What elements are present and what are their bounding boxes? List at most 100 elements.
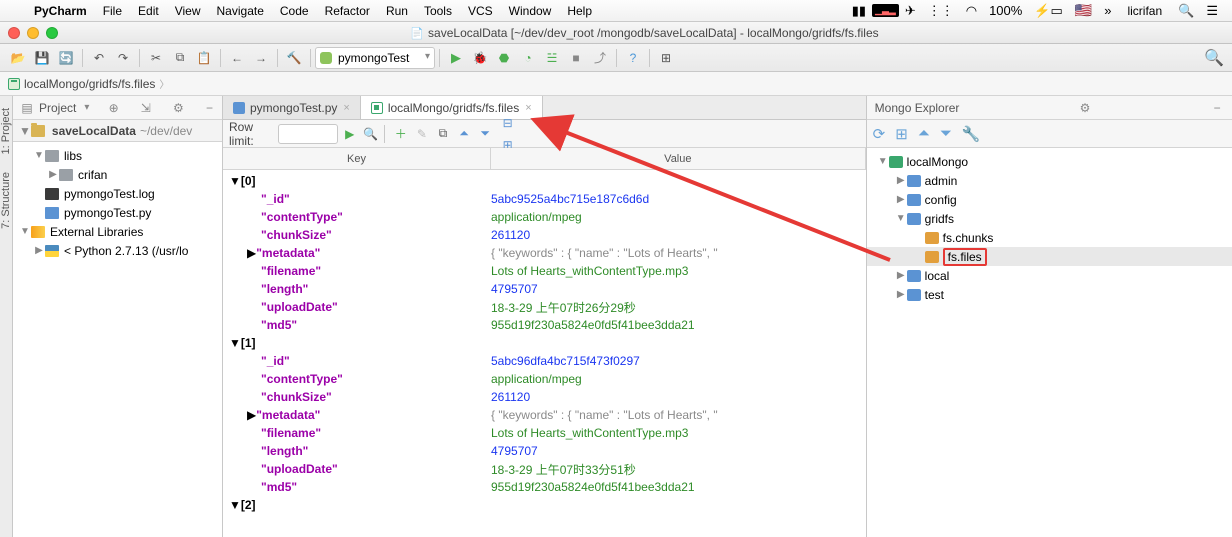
hide-icon[interactable]: − — [203, 101, 216, 115]
record-header[interactable]: ▼[1] — [223, 334, 866, 352]
edit-icon[interactable]: ✎ — [412, 123, 431, 145]
toolbar-search-icon[interactable]: 🔍 — [1202, 47, 1226, 69]
breadcrumb-seg[interactable]: localMongo/gridfs/fs.files — [8, 76, 173, 91]
record-field[interactable]: "_id"5abc9525a4bc715e187c6d6d — [223, 190, 866, 208]
gear-icon[interactable]: ⚙ — [170, 101, 187, 115]
view-grid-icon[interactable]: ⊞ — [895, 125, 908, 143]
wifi-icon[interactable]: ⋮⋮ — [922, 3, 960, 19]
expand-icon[interactable]: ⏶ — [918, 125, 930, 142]
record-field[interactable]: "chunkSize"261120 — [223, 226, 866, 244]
status-icon[interactable]: ▮▮ — [846, 3, 872, 19]
expand-icon[interactable]: ⏶ — [454, 123, 473, 145]
tools-icon[interactable]: 🔧 — [962, 125, 981, 143]
collapse-icon[interactable]: ⇲ — [138, 101, 154, 115]
menu-code[interactable]: Code — [272, 4, 317, 18]
scroll-from-icon[interactable]: ⊕ — [106, 101, 122, 115]
tree-row[interactable]: pymongoTest.py — [13, 203, 222, 222]
menu-run[interactable]: Run — [378, 4, 416, 18]
build-icon[interactable]: 🔨 — [282, 47, 306, 69]
tree-row[interactable]: ▶crifan — [13, 165, 222, 184]
cut-icon[interactable]: ✂ — [144, 47, 168, 69]
col-key[interactable]: Key — [223, 148, 491, 169]
find-icon[interactable]: 🔍 — [361, 123, 380, 145]
close-icon[interactable]: × — [525, 102, 531, 114]
record-field[interactable]: "contentType"application/mpeg — [223, 370, 866, 388]
record-field[interactable]: "length"4795707 — [223, 280, 866, 298]
record-field[interactable]: "chunkSize"261120 — [223, 388, 866, 406]
copy-icon[interactable]: ⧉ — [168, 47, 192, 69]
row-limit-input[interactable] — [278, 124, 338, 144]
structure-icon[interactable]: ⊞ — [654, 47, 678, 69]
record-field[interactable]: ▶"metadata"{ "keywords" : { "name" : "Lo… — [223, 244, 866, 262]
tab-project[interactable]: 1: Project — [0, 102, 12, 160]
collapse-icon[interactable]: ⏷ — [940, 125, 952, 142]
window-minimize-icon[interactable] — [27, 27, 39, 39]
external-libraries-row[interactable]: ▼External Libraries — [13, 222, 222, 241]
help-icon[interactable]: ? — [621, 47, 645, 69]
menu-view[interactable]: View — [167, 4, 209, 18]
record-field[interactable]: "md5"955d19f230a5824e0fd5f41bee3dda21 — [223, 478, 866, 496]
hide-icon[interactable]: − — [1211, 101, 1224, 115]
project-root-row[interactable]: ▼ saveLocalData ~/dev/dev — [13, 120, 222, 142]
save-icon[interactable]: 💾 — [30, 47, 54, 69]
run-config-combo[interactable]: pymongoTest — [315, 47, 435, 69]
mongo-tree-row[interactable]: ▶test — [867, 285, 1232, 304]
mongo-tree-row[interactable]: fs.files — [867, 247, 1232, 266]
record-field[interactable]: "uploadDate"18-3-29 上午07时26分29秒 — [223, 298, 866, 316]
refresh-icon[interactable]: ⟳ — [873, 125, 886, 143]
menu-window[interactable]: Window — [501, 4, 560, 18]
mongo-tree-row[interactable]: ▶local — [867, 266, 1232, 285]
record-field[interactable]: "length"4795707 — [223, 442, 866, 460]
open-icon[interactable]: 📂 — [6, 47, 30, 69]
tree-row[interactable]: pymongoTest.log — [13, 184, 222, 203]
python-interpreter-row[interactable]: ▶< Python 2.7.13 (/usr/lo — [13, 241, 222, 260]
mongo-tree-row[interactable]: ▼localMongo — [867, 152, 1232, 171]
editor-tab[interactable]: localMongo/gridfs/fs.files× — [361, 96, 543, 119]
back-icon[interactable]: ← — [225, 47, 249, 69]
record-header[interactable]: ▼[2] — [223, 496, 866, 514]
activity-icon[interactable]: ▁▃▂ — [872, 4, 899, 17]
mongo-tree-row[interactable]: fs.chunks — [867, 228, 1232, 247]
sync-icon[interactable]: 🔄 — [54, 47, 78, 69]
search-icon[interactable]: 🔍 — [1172, 3, 1200, 19]
record-field[interactable]: ▶"metadata"{ "keywords" : { "name" : "Lo… — [223, 406, 866, 424]
menu-tools[interactable]: Tools — [416, 4, 460, 18]
menu-help[interactable]: Help — [559, 4, 600, 18]
attach-icon[interactable]: ⤴ — [588, 47, 612, 69]
user-label[interactable]: licrifan — [1117, 4, 1172, 18]
record-field[interactable]: "contentType"application/mpeg — [223, 208, 866, 226]
menu-extras-icon[interactable]: » — [1098, 3, 1117, 18]
editor-tab[interactable]: pymongoTest.py× — [223, 96, 361, 119]
copy2-icon[interactable]: ⧉ — [433, 123, 452, 145]
tab-structure[interactable]: 7: Structure — [0, 166, 12, 235]
notifications-icon[interactable]: ☰ — [1200, 3, 1224, 19]
gear-icon[interactable]: ⚙ — [1077, 101, 1094, 115]
mongo-tree-row[interactable]: ▼gridfs — [867, 209, 1232, 228]
record-field[interactable]: "uploadDate"18-3-29 上午07时33分51秒 — [223, 460, 866, 478]
battery-icon[interactable]: ⚡▭ — [1028, 3, 1068, 19]
coverage-icon[interactable]: ⬣ — [492, 47, 516, 69]
mongo-tree-row[interactable]: ▶config — [867, 190, 1232, 209]
collapse2-icon[interactable]: ⏷ — [476, 123, 495, 145]
dropdown-icon[interactable]: ▾ — [84, 102, 89, 113]
concurrency-icon[interactable]: ☱ — [540, 47, 564, 69]
profile-icon[interactable]: ◔ — [516, 47, 540, 69]
run-icon[interactable]: ▶ — [444, 47, 468, 69]
stop-icon[interactable]: ■ — [564, 47, 588, 69]
forward-icon[interactable]: → — [249, 47, 273, 69]
app-name[interactable]: PyCharm — [26, 4, 95, 18]
col-value[interactable]: Value — [491, 148, 866, 169]
menu-refactor[interactable]: Refactor — [317, 4, 378, 18]
record-field[interactable]: "_id"5abc96dfa4bc715f473f0297 — [223, 352, 866, 370]
close-icon[interactable]: × — [343, 102, 349, 114]
paste-icon[interactable]: 📋 — [192, 47, 216, 69]
record-field[interactable]: "filename"Lots of Hearts_withContentType… — [223, 424, 866, 442]
window-maximize-icon[interactable] — [46, 27, 58, 39]
tree-row[interactable]: ▼libs — [13, 146, 222, 165]
record-field[interactable]: "filename"Lots of Hearts_withContentType… — [223, 262, 866, 280]
menu-navigate[interactable]: Navigate — [209, 4, 272, 18]
paper-plane-icon[interactable]: ✈ — [899, 3, 922, 19]
add-icon[interactable]: ＋ — [391, 123, 410, 145]
wifi-icon-2[interactable]: ◠ — [960, 3, 983, 19]
mongo-tree-row[interactable]: ▶admin — [867, 171, 1232, 190]
